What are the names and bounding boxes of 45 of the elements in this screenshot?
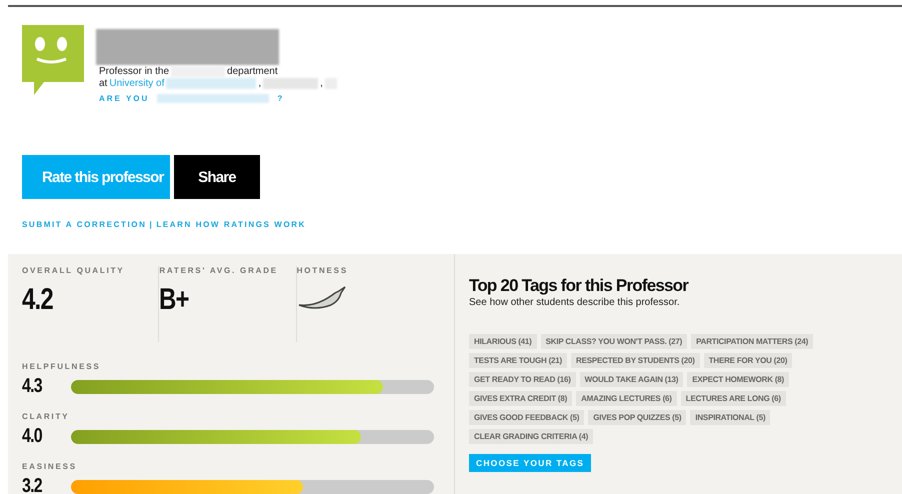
choose-tags-button[interactable]: CHOOSE YOUR TAGS (469, 454, 592, 472)
tag: AMAZING LECTURES (6) (576, 391, 677, 406)
tags-subtitle: See how other students describe this professor. (469, 297, 681, 308)
tag: LECTURES ARE LONG (6) (680, 391, 786, 406)
rating-value: 4.3 (22, 375, 43, 398)
text-link[interactable]: SUBMIT A CORRECTION (22, 220, 146, 229)
tags-title: Top 20 Tags for this Professor (469, 276, 690, 296)
stat-label: HOTNESS (296, 266, 349, 275)
separator-text: , (320, 78, 323, 88)
tag: GIVES EXTRA CREDIT (8) (469, 391, 572, 406)
tag: RESPECTED BY STUDENTS (20) (571, 353, 700, 368)
rating-label: CLARITY (22, 412, 70, 421)
claim-link[interactable]: ARE YOU (99, 94, 150, 103)
profile-text: at (99, 78, 108, 88)
tag: CLEAR GRADING CRITERIA (4) (469, 429, 594, 444)
rating-value: 4.0 (22, 425, 43, 448)
smiley-logo-icon (22, 25, 84, 95)
tag: EXPECT HOMEWORK (8) (687, 372, 789, 387)
profile-text: department (227, 66, 278, 76)
stat-label: RATERS' AVG. GRADE (159, 266, 279, 275)
redacted-text (263, 78, 318, 88)
tag: INSPIRATIONAL (5) (690, 410, 770, 425)
link-separator: | (149, 220, 154, 229)
tag: GET READY TO READ (16) (469, 372, 576, 387)
tag: HILARIOUS (41) (469, 334, 537, 349)
tag: THERE FOR YOU (20) (704, 353, 792, 368)
stat-value: B+ (159, 283, 190, 317)
rating-label: EASINESS (22, 462, 78, 471)
claim-link[interactable]: ? (277, 94, 284, 103)
stat-label: OVERALL QUALITY (22, 266, 126, 275)
tag: SKIP CLASS? YOU WON'T PASS. (27) (540, 334, 688, 349)
profile-text: Professor in the (99, 66, 170, 76)
university-link[interactable]: University of (109, 78, 164, 88)
rating-value: 3.2 (22, 475, 43, 494)
tag: GIVES POP QUIZZES (5) (588, 410, 686, 425)
rate-button[interactable]: Rate this professor (22, 155, 170, 199)
rating-label: HELPFULNESS (22, 362, 102, 371)
tag: GIVES GOOD FEEDBACK (5) (469, 410, 584, 425)
share-button[interactable]: Share (174, 155, 260, 199)
tag: PARTICIPATION MATTERS (24) (691, 334, 814, 349)
tag: WOULD TAKE AGAIN (13) (580, 372, 684, 387)
tag: TESTS ARE TOUGH (21) (469, 353, 568, 368)
text-link[interactable]: LEARN HOW RATINGS WORK (156, 220, 306, 229)
separator-text: , (258, 78, 262, 88)
stat-value: 4.2 (22, 283, 53, 317)
